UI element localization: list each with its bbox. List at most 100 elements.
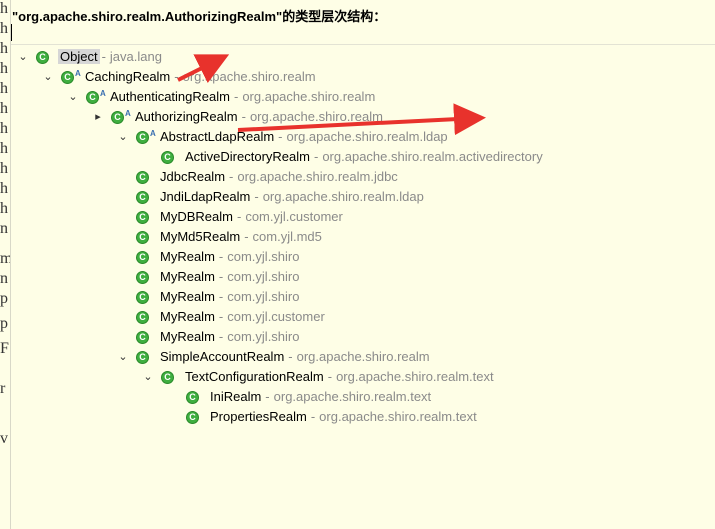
class-name: MyRealm bbox=[160, 249, 215, 264]
package-name: org.apache.shiro.realm bbox=[249, 109, 383, 124]
name-package-separator: - bbox=[310, 409, 316, 424]
name-package-separator: - bbox=[218, 329, 224, 344]
class-name: CachingRealm bbox=[85, 69, 171, 84]
class-name: JdbcRealm bbox=[160, 169, 226, 184]
left-strip-char: h bbox=[0, 140, 8, 157]
left-strip-char: m bbox=[0, 250, 10, 268]
package-name: org.apache.shiro.realm.ldap bbox=[286, 129, 448, 144]
package-name: com.yjl.shiro bbox=[227, 329, 300, 344]
package-name: org.apache.shiro.realm.text bbox=[319, 409, 477, 424]
class-name: ActiveDirectoryRealm bbox=[185, 149, 310, 164]
name-package-separator: - bbox=[218, 309, 224, 324]
chevron-down-icon[interactable]: ⌄ bbox=[141, 367, 155, 387]
left-strip-char: p bbox=[0, 290, 8, 307]
left-strip-char: h bbox=[0, 20, 8, 37]
name-package-separator: - bbox=[265, 389, 270, 404]
package-name: com.yjl.shiro bbox=[227, 269, 300, 284]
left-strip-char: h bbox=[0, 0, 8, 17]
abstract-marker-icon: A bbox=[150, 129, 156, 138]
left-strip-char: h bbox=[0, 60, 8, 77]
abstract-marker-icon: A bbox=[100, 89, 106, 98]
name-package-separator: - bbox=[218, 289, 224, 304]
name-package-separator: - bbox=[278, 129, 283, 144]
left-strip-char: h bbox=[0, 180, 8, 197]
package-name: com.yjl.customer bbox=[245, 209, 343, 224]
left-strip-char: h bbox=[0, 120, 8, 137]
left-strip-char: h bbox=[0, 200, 8, 217]
left-strip-char: F bbox=[0, 340, 9, 357]
left-strip-char: n bbox=[0, 220, 8, 237]
chevron-down-icon[interactable]: ⌄ bbox=[116, 347, 130, 367]
class-name: PropertiesRealm bbox=[210, 409, 307, 424]
class-name: MyRealm bbox=[160, 289, 215, 304]
class-name: MyMd5Realm bbox=[160, 229, 241, 244]
name-package-separator: - bbox=[218, 249, 224, 264]
left-strip-char: n bbox=[0, 270, 8, 287]
class-icon bbox=[136, 351, 149, 364]
left-strip-char: p bbox=[0, 315, 8, 332]
class-icon bbox=[61, 71, 74, 84]
class-icon bbox=[186, 391, 199, 404]
class-name: IniRealm bbox=[210, 389, 262, 404]
package-name: org.apache.shiro.realm bbox=[296, 349, 430, 364]
text-caret bbox=[11, 24, 12, 41]
class-icon bbox=[136, 291, 149, 304]
left-strip-char: v bbox=[0, 430, 8, 447]
package-name: com.yjl.customer bbox=[227, 309, 325, 324]
left-strip-char: h bbox=[0, 40, 8, 57]
package-name: org.apache.shiro.realm.text bbox=[273, 389, 432, 404]
package-name: org.apache.shiro.realm bbox=[182, 69, 316, 84]
name-package-separator: - bbox=[244, 229, 249, 244]
class-name: MyRealm bbox=[160, 309, 215, 324]
class-icon bbox=[36, 51, 49, 64]
class-name: MyDBRealm bbox=[160, 209, 233, 224]
name-package-separator: - bbox=[327, 369, 333, 384]
name-package-separator: - bbox=[218, 269, 224, 284]
package-name: com.yjl.shiro bbox=[227, 289, 300, 304]
class-name: AuthorizingRealm bbox=[135, 109, 238, 124]
name-package-separator: - bbox=[233, 89, 239, 104]
class-icon bbox=[136, 211, 149, 224]
package-name: java.lang bbox=[109, 49, 162, 64]
chevron-down-icon[interactable]: ⌄ bbox=[66, 87, 80, 107]
name-package-separator: - bbox=[174, 69, 179, 84]
package-name: com.yjl.md5 bbox=[252, 229, 322, 244]
chevron-right-icon[interactable]: ▸ bbox=[91, 107, 105, 127]
class-icon bbox=[136, 131, 149, 144]
class-name: TextConfigurationRealm bbox=[185, 369, 324, 384]
left-strip-char: h bbox=[0, 80, 8, 97]
name-package-separator: - bbox=[288, 349, 293, 364]
abstract-marker-icon: A bbox=[75, 69, 81, 78]
chevron-down-icon[interactable]: ⌄ bbox=[116, 127, 130, 147]
class-icon bbox=[136, 231, 149, 244]
class-icon bbox=[136, 171, 149, 184]
name-package-separator: - bbox=[236, 209, 242, 224]
name-package-separator: - bbox=[101, 49, 106, 64]
class-icon bbox=[161, 371, 174, 384]
class-icon bbox=[136, 251, 149, 264]
class-icon bbox=[136, 271, 149, 284]
left-strip-char: h bbox=[0, 100, 8, 117]
hierarchy-title: "org.apache.shiro.realm.AuthorizingRealm… bbox=[12, 9, 387, 24]
name-package-separator: - bbox=[313, 149, 319, 164]
class-icon bbox=[86, 91, 99, 104]
name-package-separator: - bbox=[229, 169, 234, 184]
package-name: org.apache.shiro.realm.ldap bbox=[262, 189, 424, 204]
class-name: Object bbox=[58, 49, 100, 64]
left-strip-char: r bbox=[0, 380, 6, 397]
class-icon bbox=[161, 151, 174, 164]
header-divider bbox=[11, 44, 715, 45]
abstract-marker-icon: A bbox=[125, 109, 131, 118]
chevron-down-icon[interactable]: ⌄ bbox=[16, 47, 30, 67]
name-package-separator: - bbox=[241, 109, 246, 124]
package-name: org.apache.shiro.realm.text bbox=[336, 369, 494, 384]
package-name: org.apache.shiro.realm.activedirectory bbox=[322, 149, 543, 164]
left-editor-strip: hhhhhhhhhhhnmnppFrv bbox=[0, 0, 11, 529]
class-name: AbstractLdapRealm bbox=[160, 129, 275, 144]
class-icon bbox=[186, 411, 199, 424]
package-name: org.apache.shiro.realm bbox=[242, 89, 376, 104]
class-name: MyRealm bbox=[160, 269, 215, 284]
class-icon bbox=[111, 111, 124, 124]
left-strip-char: h bbox=[0, 160, 8, 177]
chevron-down-icon[interactable]: ⌄ bbox=[41, 67, 55, 87]
